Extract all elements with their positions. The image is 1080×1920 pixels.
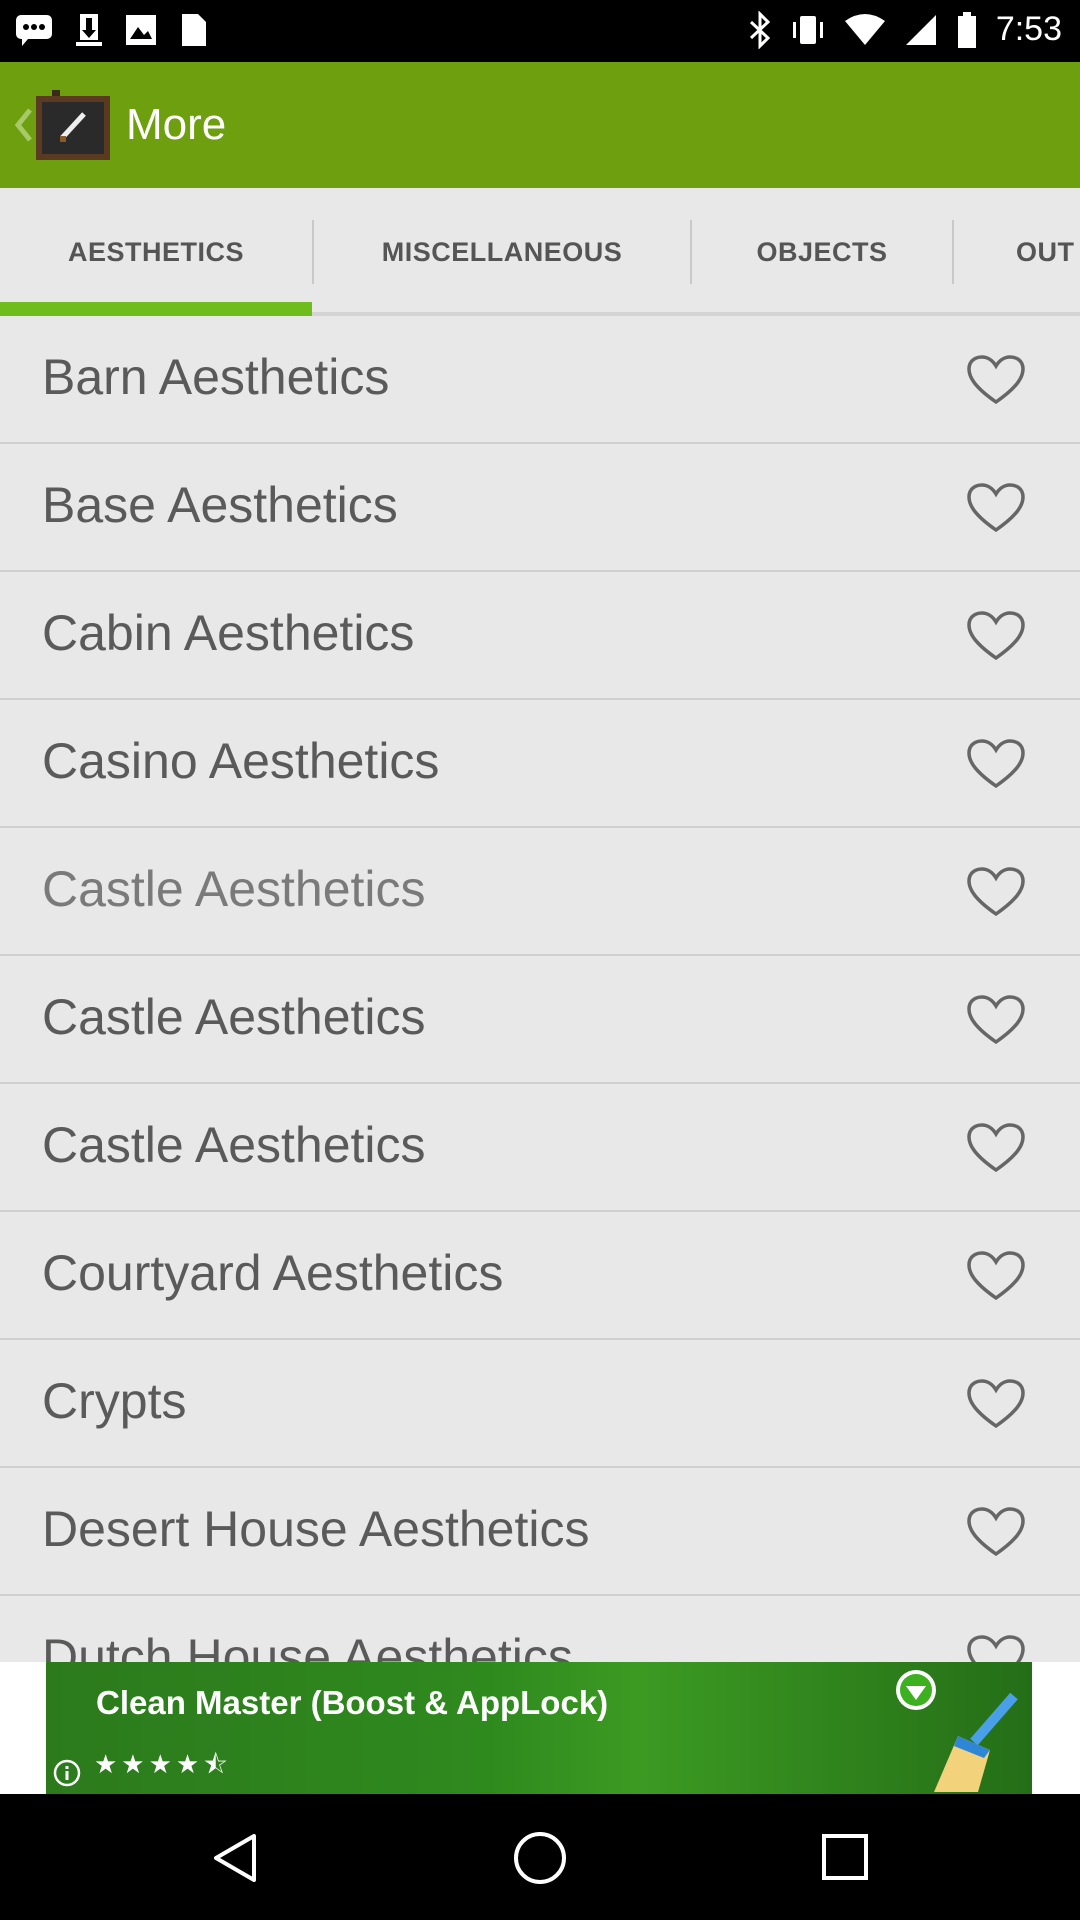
- ad-rating-stars: ★★★★⯪: [94, 1749, 232, 1779]
- ad-info-icon[interactable]: [52, 1758, 82, 1788]
- list-item-label: Castle Aesthetics: [42, 1117, 426, 1173]
- navigation-bar: [0, 1794, 1080, 1920]
- signal-icon: [905, 14, 936, 45]
- tab-label: AESTHETICS: [67, 236, 245, 267]
- list-item[interactable]: Desert House Aesthetics: [0, 1468, 1080, 1596]
- heart-icon[interactable]: [966, 1506, 1026, 1558]
- broom-icon: [934, 1692, 1018, 1792]
- list-item[interactable]: Castle Aesthetics: [0, 828, 1080, 956]
- list-item[interactable]: Casino Aesthetics: [0, 700, 1080, 828]
- list-item[interactable]: Cabin Aesthetics: [0, 572, 1080, 700]
- wifi-icon: [844, 13, 885, 45]
- list-item-label: Casino Aesthetics: [42, 733, 440, 789]
- back-arrow-icon[interactable]: [8, 98, 36, 152]
- download-file-icon: [76, 14, 102, 46]
- tab-aesthetics[interactable]: AESTHETICS: [0, 188, 312, 320]
- list-item[interactable]: Crypts: [0, 1340, 1080, 1468]
- list-item-label: Cabin Aesthetics: [42, 605, 415, 661]
- heart-icon[interactable]: [966, 482, 1026, 534]
- heart-icon[interactable]: [966, 1122, 1026, 1174]
- tab-outdoor[interactable]: OUT: [954, 188, 1080, 316]
- home-nav-icon[interactable]: [508, 1828, 572, 1888]
- list-item-label: Dutch House Aesthetics: [42, 1629, 573, 1662]
- list-item[interactable]: Castle Aesthetics: [0, 956, 1080, 1084]
- list-item[interactable]: Castle Aesthetics: [0, 1084, 1080, 1212]
- list-item-label: Base Aesthetics: [42, 477, 398, 533]
- tab-miscellaneous[interactable]: MISCELLANEOUS: [314, 188, 690, 316]
- builds-list: Barn Aesthetics Base Aesthetics Cabin Ae…: [0, 316, 1080, 1662]
- file-icon: [182, 14, 206, 46]
- list-item[interactable]: Dutch House Aesthetics: [0, 1596, 1080, 1662]
- list-item-label: Courtyard Aesthetics: [42, 1245, 504, 1301]
- recents-nav-icon[interactable]: [814, 1828, 874, 1888]
- app-logo-icon[interactable]: [34, 90, 112, 162]
- list-item-label: Desert House Aesthetics: [42, 1501, 590, 1557]
- heart-icon[interactable]: [966, 610, 1026, 662]
- vibrate-icon: [792, 15, 823, 44]
- heart-icon[interactable]: [966, 1250, 1026, 1302]
- list-item[interactable]: Base Aesthetics: [0, 444, 1080, 572]
- battery-icon: [957, 11, 976, 48]
- category-tabs: AESTHETICS MISCELLANEOUS OBJECTS OUT: [0, 188, 1080, 320]
- image-icon: [126, 15, 156, 45]
- tab-objects[interactable]: OBJECTS: [692, 188, 952, 316]
- tab-label: OBJECTS: [756, 236, 888, 267]
- ad-title: Clean Master (Boost & AppLock): [96, 1684, 609, 1721]
- back-nav-icon[interactable]: [206, 1828, 266, 1888]
- list-item[interactable]: Courtyard Aesthetics: [0, 1212, 1080, 1340]
- heart-icon[interactable]: [966, 1634, 1026, 1662]
- ad-banner[interactable]: Clean Master (Boost & AppLock) ★★★★⯪: [46, 1662, 1032, 1794]
- list-item-label: Castle Aesthetics: [42, 861, 426, 917]
- tab-label: OUT: [1016, 236, 1075, 267]
- heart-icon[interactable]: [966, 354, 1026, 406]
- clock-time: 7:53: [995, 10, 1062, 48]
- list-item-label: Castle Aesthetics: [42, 989, 426, 1045]
- heart-icon[interactable]: [966, 738, 1026, 790]
- heart-icon[interactable]: [966, 994, 1026, 1046]
- heart-icon[interactable]: [966, 866, 1026, 918]
- list-item-label: Barn Aesthetics: [42, 349, 390, 405]
- bluetooth-icon: [749, 10, 770, 49]
- system-icons: 7:53: [748, 10, 1062, 49]
- page-title: More: [126, 100, 227, 149]
- message-icon: [16, 15, 52, 46]
- action-bar: More: [0, 62, 1080, 188]
- heart-icon[interactable]: [966, 1378, 1026, 1430]
- list-item-label: Crypts: [42, 1373, 187, 1429]
- tab-label: MISCELLANEOUS: [381, 236, 623, 267]
- status-bar: 7:53: [0, 0, 1080, 62]
- notification-icons: [14, 12, 208, 48]
- list-item[interactable]: Barn Aesthetics: [0, 316, 1080, 444]
